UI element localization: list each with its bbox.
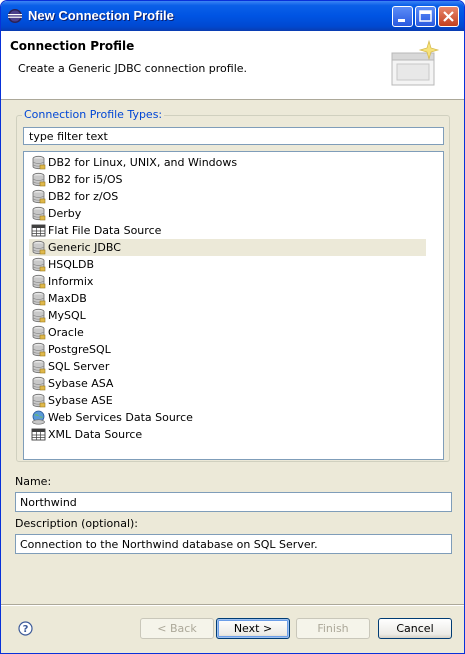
finish-button[interactable]: Finish (296, 618, 370, 639)
list-item[interactable]: XML Data Source (29, 426, 426, 443)
web-services-icon (32, 410, 45, 425)
list-item-label: MaxDB (48, 292, 87, 305)
close-button[interactable] (438, 6, 459, 27)
database-icon (32, 291, 46, 306)
list-item-label: HSQLDB (48, 258, 95, 271)
name-label: Name: (15, 475, 52, 488)
minimize-button[interactable] (392, 6, 413, 27)
database-icon (32, 189, 46, 204)
database-icon (32, 342, 46, 357)
list-item[interactable]: MaxDB (29, 290, 426, 307)
list-item[interactable]: Derby (29, 205, 426, 222)
list-item[interactable]: MySQL (29, 307, 426, 324)
maximize-button[interactable] (415, 6, 436, 27)
database-icon (32, 393, 46, 408)
list-item[interactable]: Sybase ASE (29, 392, 426, 409)
profile-types-label: Connection Profile Types: (22, 108, 165, 121)
list-item[interactable]: DB2 for i5/OS (29, 171, 426, 188)
page-title: Connection Profile (10, 39, 135, 53)
list-item[interactable]: Generic JDBC (29, 239, 426, 256)
filter-input[interactable]: type filter text (23, 127, 444, 145)
database-icon (32, 155, 46, 170)
next-button[interactable]: Next > (216, 618, 290, 639)
list-item-label: SQL Server (48, 360, 110, 373)
list-item-label: Flat File Data Source (48, 224, 162, 237)
title-bar[interactable]: New Connection Profile (1, 1, 464, 31)
name-field[interactable]: Northwind (15, 492, 452, 512)
profile-types-list[interactable]: DB2 for Linux, UNIX, and Windows DB2 for … (23, 151, 444, 460)
database-icon (32, 359, 46, 374)
window-title: New Connection Profile (28, 8, 174, 23)
list-item[interactable]: PostgreSQL (29, 341, 426, 358)
table-icon (31, 224, 46, 237)
list-item-label: DB2 for Linux, UNIX, and Windows (48, 156, 238, 169)
minimize-icon (398, 19, 405, 22)
dialog-window: New Connection Profile Connection Profil… (0, 0, 465, 654)
list-item[interactable]: Sybase ASA (29, 375, 426, 392)
list-item-label: Sybase ASA (48, 377, 114, 390)
list-item-label: Sybase ASE (48, 394, 113, 407)
list-item[interactable]: DB2 for Linux, UNIX, and Windows (29, 154, 426, 171)
list-item[interactable]: Flat File Data Source (29, 222, 426, 239)
database-icon (32, 376, 46, 391)
database-icon (32, 206, 46, 221)
list-item-label: DB2 for z/OS (48, 190, 119, 203)
list-item-label: XML Data Source (48, 428, 143, 441)
list-item-label: PostgreSQL (48, 343, 111, 356)
database-icon (32, 274, 46, 289)
cancel-button[interactable]: Cancel (378, 618, 452, 639)
list-item-label: DB2 for i5/OS (48, 173, 123, 186)
list-item[interactable]: Informix (29, 273, 426, 290)
list-item[interactable]: Oracle (29, 324, 426, 341)
list-item-label: Generic JDBC (48, 241, 121, 254)
button-bar-divider-highlight (1, 605, 464, 606)
table-icon (31, 428, 46, 441)
database-icon (32, 325, 46, 340)
eclipse-icon (8, 9, 22, 23)
list-item[interactable]: SQL Server (29, 358, 426, 375)
database-icon (32, 308, 46, 323)
database-icon (32, 240, 46, 255)
help-icon[interactable]: ? (18, 621, 33, 636)
list-item[interactable]: Web Services Data Source (29, 409, 426, 426)
description-field[interactable]: Connection to the Northwind database on … (15, 534, 452, 554)
list-item-label: Web Services Data Source (48, 411, 193, 424)
list-item[interactable]: HSQLDB (29, 256, 426, 273)
maximize-icon (419, 10, 432, 22)
wizard-banner-icon (391, 39, 440, 86)
close-icon (443, 11, 454, 22)
list-item[interactable]: DB2 for z/OS (29, 188, 426, 205)
list-item-label: MySQL (48, 309, 86, 322)
wizard-banner: Connection Profile Create a Generic JDBC… (1, 31, 464, 100)
list-item-label: Derby (48, 207, 82, 220)
list-item-label: Oracle (48, 326, 84, 339)
database-icon (32, 257, 46, 272)
database-icon (32, 172, 46, 187)
description-label: Description (optional): (15, 517, 139, 530)
svg-text:?: ? (23, 624, 29, 635)
page-description: Create a Generic JDBC connection profile… (18, 62, 248, 75)
list-item-label: Informix (48, 275, 94, 288)
back-button[interactable]: < Back (140, 618, 214, 639)
